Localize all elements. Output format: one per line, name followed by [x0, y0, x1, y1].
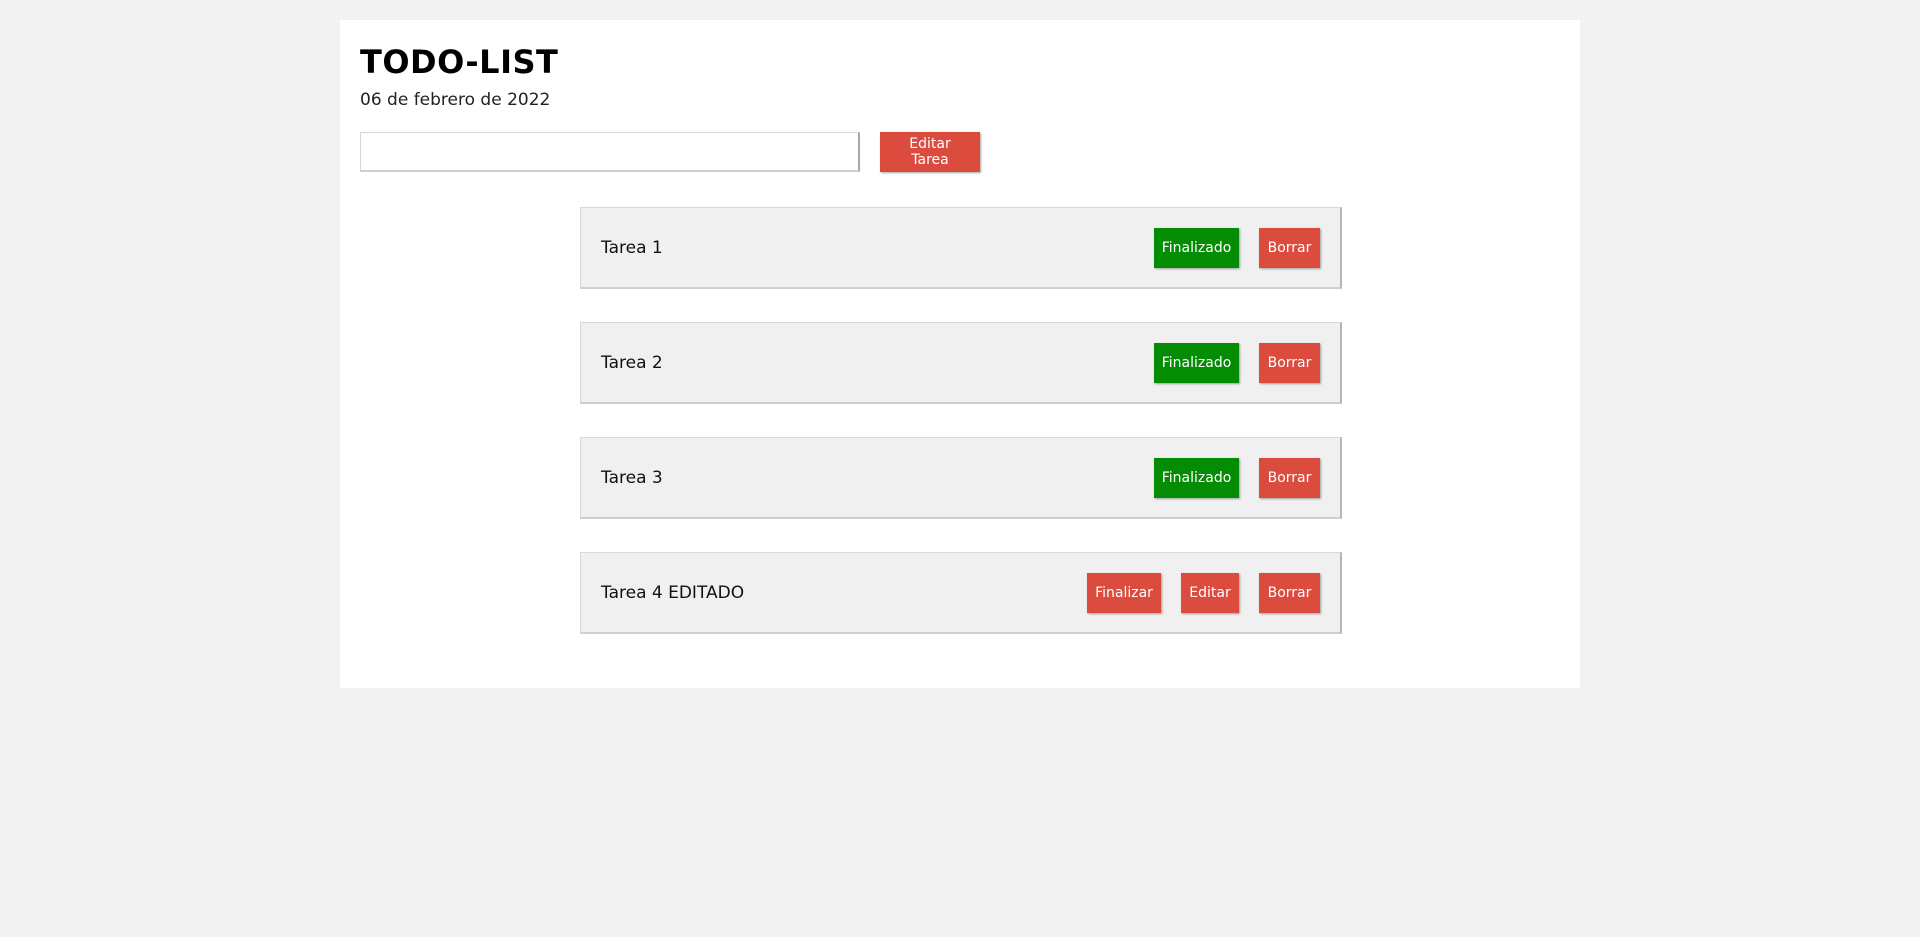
task-name: Tarea 1 [601, 237, 663, 258]
finalizar-button[interactable]: Finalizar [1087, 572, 1161, 613]
task-actions: Finalizar Editar Borrar [1087, 572, 1320, 613]
delete-button[interactable]: Borrar [1259, 457, 1320, 498]
page-title: TODO-LIST [360, 43, 559, 81]
task-name: Tarea 4 EDITADO [601, 582, 745, 603]
task-item-1: Tarea 1 Finalizado Borrar [580, 207, 1342, 289]
task-item-4: Tarea 4 EDITADO Finalizar Editar Borrar [580, 552, 1342, 634]
finalizado-button[interactable]: Finalizado [1154, 227, 1239, 268]
task-input[interactable] [360, 132, 860, 172]
finalizado-button[interactable]: Finalizado [1154, 342, 1239, 383]
finalizado-button[interactable]: Finalizado [1154, 457, 1239, 498]
todo-card: TODO-LIST 06 de febrero de 2022 Editar T… [340, 20, 1580, 688]
current-date: 06 de febrero de 2022 [360, 90, 551, 110]
task-name: Tarea 2 [601, 352, 663, 373]
delete-button[interactable]: Borrar [1259, 572, 1320, 613]
delete-button[interactable]: Borrar [1259, 342, 1320, 383]
task-list: Tarea 1 Finalizado Borrar Tarea 2 Finali… [580, 207, 1342, 667]
task-name: Tarea 3 [601, 467, 663, 488]
edit-button[interactable]: Editar [1181, 572, 1239, 613]
edit-task-button[interactable]: Editar Tarea [880, 132, 980, 172]
task-actions: Finalizado Borrar [1154, 342, 1320, 383]
delete-button[interactable]: Borrar [1259, 227, 1320, 268]
task-actions: Finalizado Borrar [1154, 227, 1320, 268]
task-item-3: Tarea 3 Finalizado Borrar [580, 437, 1342, 519]
task-item-2: Tarea 2 Finalizado Borrar [580, 322, 1342, 404]
task-actions: Finalizado Borrar [1154, 457, 1320, 498]
